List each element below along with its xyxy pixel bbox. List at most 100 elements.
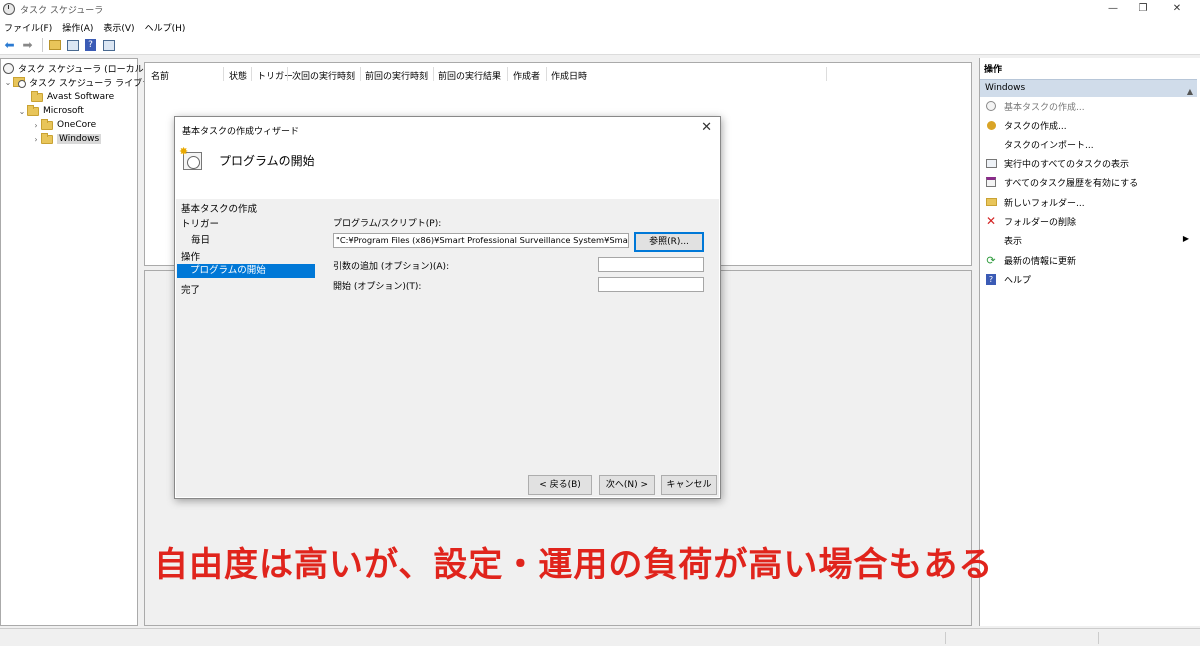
folder-icon: [41, 118, 53, 130]
column-header-last-run[interactable]: 前回の実行時刻: [365, 69, 428, 82]
action-new-folder[interactable]: 新しいフォルダー...: [980, 194, 1197, 210]
tree-item-avast[interactable]: Avast Software: [31, 90, 114, 104]
cancel-button[interactable]: キャンセル: [661, 475, 717, 495]
action-show-running-tasks[interactable]: 実行中のすべてのタスクの表示: [980, 155, 1197, 171]
program-script-input[interactable]: "C:¥Program Files (x86)¥Smart Profession…: [333, 233, 629, 248]
action-label: ヘルプ: [1004, 275, 1032, 286]
task-list-header: 名前 状態 トリガー 次回の実行時刻 前回の実行時刻 前回の実行結果 作成者 作…: [145, 63, 971, 85]
wizard-step-finish[interactable]: 完了: [181, 282, 200, 296]
panel-view-icon[interactable]: [101, 38, 116, 53]
tree-item-label: Windows: [57, 134, 102, 144]
column-header-created[interactable]: 作成日時: [551, 69, 587, 82]
clock-icon: [3, 62, 14, 74]
wizard-step-start-program[interactable]: プログラムの開始: [177, 264, 315, 278]
tree-item-label: Microsoft: [43, 106, 84, 116]
view-icon: [985, 234, 997, 246]
column-header-last-result[interactable]: 前回の実行結果: [438, 69, 501, 82]
console-view-icon[interactable]: [65, 38, 80, 53]
browse-button[interactable]: 参照(R)...: [634, 232, 704, 252]
tree-item-label: タスク スケジューラ ライブラリ: [29, 78, 161, 89]
action-help[interactable]: ? ヘルプ: [980, 271, 1197, 287]
tree-item-label: OneCore: [57, 120, 97, 130]
wizard-step-daily[interactable]: 毎日: [191, 232, 210, 246]
tree-item-label: タスク スケジューラ (ローカル): [18, 64, 148, 75]
chevron-down-icon[interactable]: ⌄: [17, 107, 27, 116]
actions-section-label: Windows: [985, 83, 1026, 93]
create-task-icon: [985, 119, 997, 131]
dialog-heading: プログラムの開始: [219, 154, 315, 168]
window-title: タスク スケジューラ: [20, 5, 104, 16]
folder-icon: [31, 90, 43, 102]
actions-header: 操作: [984, 65, 1003, 75]
folder-up-icon[interactable]: [47, 38, 62, 53]
wizard-step-create-basic-task[interactable]: 基本タスクの作成: [181, 201, 257, 215]
next-button[interactable]: 次へ(N) >: [599, 475, 655, 495]
action-label: 実行中のすべてのタスクの表示: [1004, 159, 1130, 170]
close-icon[interactable]: ✕: [1154, 0, 1200, 18]
library-folder-icon: [13, 77, 26, 88]
tree-item-microsoft[interactable]: ⌄ Microsoft: [17, 104, 84, 118]
menu-action[interactable]: 操作(A): [62, 21, 93, 34]
start-in-input[interactable]: [598, 277, 704, 292]
new-folder-icon: [985, 196, 997, 208]
create-basic-task-wizard: 基本タスクの作成ウィザード ✕ ✸ プログラムの開始 基本タスクの作成 トリガー…: [174, 116, 721, 499]
forward-arrow-icon[interactable]: ➡: [20, 38, 35, 53]
add-arguments-label: 引数の追加 (オプション)(A):: [333, 262, 450, 272]
close-icon[interactable]: ✕: [701, 120, 712, 135]
action-label: 基本タスクの作成...: [1004, 102, 1085, 113]
tree-item-windows[interactable]: › Windows: [31, 132, 102, 146]
running-tasks-icon: [985, 157, 997, 169]
wizard-task-icon: ✸: [179, 145, 205, 171]
column-divider[interactable]: [251, 67, 252, 81]
add-arguments-input[interactable]: [598, 257, 704, 272]
overlay-caption: 自由度は高いが、設定・運用の負荷が高い場合もある: [154, 545, 994, 585]
help-icon[interactable]: ?: [83, 38, 98, 53]
action-import-task[interactable]: タスクのインポート...: [980, 136, 1197, 152]
program-script-label: プログラム/スクリプト(P):: [333, 219, 442, 229]
column-divider[interactable]: [360, 67, 361, 81]
column-header-name[interactable]: 名前: [151, 69, 169, 82]
action-refresh[interactable]: ⟳ 最新の情報に更新: [980, 252, 1197, 268]
column-header-author[interactable]: 作成者: [513, 69, 540, 82]
action-view[interactable]: 表示 ▶: [980, 232, 1197, 248]
column-divider[interactable]: [546, 67, 547, 81]
folder-icon: [27, 104, 39, 116]
action-enable-history[interactable]: すべてのタスク履歴を有効にする: [980, 174, 1197, 190]
action-label: フォルダーの削除: [1004, 217, 1077, 228]
column-header-status[interactable]: 状態: [229, 69, 247, 82]
wizard-step-trigger[interactable]: トリガー: [181, 216, 219, 230]
chevron-down-icon[interactable]: ⌄: [3, 78, 13, 87]
menu-file[interactable]: ファイル(F): [4, 21, 52, 34]
tree-item-label: Avast Software: [47, 92, 115, 102]
folder-icon: [41, 132, 53, 144]
tree-item-task-scheduler-local[interactable]: タスク スケジューラ (ローカル): [3, 61, 147, 75]
column-divider[interactable]: [433, 67, 434, 81]
status-divider: [945, 632, 946, 644]
status-bar: [0, 628, 1200, 646]
actions-pane: 操作 Windows ▲ 基本タスクの作成... タスクの作成... タスクのイ…: [979, 58, 1200, 626]
column-divider[interactable]: [507, 67, 508, 81]
column-divider[interactable]: [826, 67, 827, 81]
start-in-label: 開始 (オプション)(T):: [333, 282, 422, 292]
wizard-step-action[interactable]: 操作: [181, 249, 200, 263]
tree-item-onecore[interactable]: › OneCore: [31, 118, 96, 132]
action-create-task[interactable]: タスクの作成...: [980, 117, 1197, 133]
tree-item-library[interactable]: ⌄ タスク スケジューラ ライブラリ: [3, 75, 160, 89]
back-button[interactable]: < 戻る(B): [528, 475, 592, 495]
chevron-right-icon[interactable]: ›: [31, 121, 41, 130]
status-divider: [1098, 632, 1099, 644]
action-delete-folder[interactable]: ✕ フォルダーの削除: [980, 213, 1197, 229]
action-label: 新しいフォルダー...: [1004, 198, 1085, 209]
task-scheduler-icon: [3, 3, 15, 15]
title-bar: タスク スケジューラ — ❐ ✕: [0, 0, 1200, 18]
column-divider[interactable]: [287, 67, 288, 81]
action-create-basic-task[interactable]: 基本タスクの作成...: [980, 98, 1197, 114]
menu-help[interactable]: ヘルプ(H): [145, 21, 186, 34]
column-header-next-run[interactable]: 次回の実行時刻: [292, 69, 355, 82]
column-divider[interactable]: [223, 67, 224, 81]
actions-section-windows[interactable]: Windows ▲: [980, 79, 1197, 97]
action-label: 表示: [1004, 236, 1023, 247]
chevron-right-icon[interactable]: ›: [31, 135, 41, 144]
back-arrow-icon[interactable]: ⬅: [2, 38, 17, 53]
menu-view[interactable]: 表示(V): [103, 21, 134, 34]
